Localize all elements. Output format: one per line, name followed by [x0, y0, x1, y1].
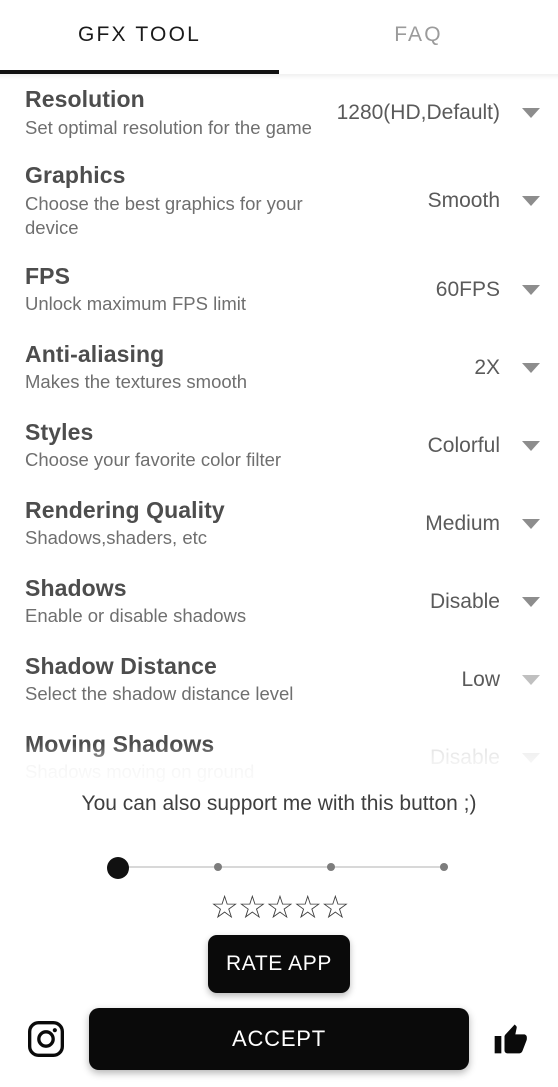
setting-row-styles[interactable]: Styles Choose your favorite color filter… [25, 407, 540, 485]
tab-faq-label: FAQ [394, 23, 443, 46]
setting-title: FPS [25, 262, 71, 289]
chevron-down-icon[interactable] [522, 362, 540, 373]
setting-text-anti-aliasing: Anti-aliasing Makes the textures smooth [25, 341, 474, 395]
chevron-down-icon[interactable] [522, 440, 540, 451]
stepper-track [112, 866, 448, 868]
setting-subtitle: Set optimal resolution for the game [25, 116, 312, 138]
chevron-down-icon[interactable] [522, 108, 540, 118]
setting-subtitle: Shadows,shaders, etc [25, 527, 208, 549]
setting-control-styles[interactable]: Colorful [428, 434, 540, 458]
star-icon[interactable]: ☆ [266, 891, 295, 923]
setting-text-shadows: Shadows Enable or disable shadows [25, 575, 430, 629]
tab-gfx-tool-label: GFX TOOL [77, 23, 202, 46]
setting-title: Shadows [25, 574, 127, 601]
setting-subtitle: Choose your favorite color filter [25, 449, 282, 471]
setting-text-shadow-distance: Shadow Distance Select the shadow distan… [25, 653, 461, 707]
setting-control-resolution[interactable]: 1280(HD,Default) [337, 101, 540, 125]
tab-faq[interactable]: FAQ [279, 0, 558, 74]
setting-control-anti-aliasing[interactable]: 2X [474, 356, 540, 380]
setting-text-fps: FPS Unlock maximum FPS limit [25, 263, 436, 317]
support-message: You can also support me with this button… [81, 792, 477, 815]
setting-row-graphics[interactable]: Graphics Choose the best graphics for yo… [25, 152, 540, 251]
setting-value: Medium [425, 511, 500, 535]
setting-title: Rendering Quality [25, 496, 225, 523]
chevron-down-icon[interactable] [522, 596, 540, 607]
setting-control-rendering-quality[interactable]: Medium [425, 512, 540, 536]
setting-control-fps[interactable]: 60FPS [436, 278, 540, 302]
setting-title: Styles [25, 418, 94, 445]
stepper-dot[interactable] [439, 863, 448, 871]
stepper-dot[interactable] [326, 863, 335, 871]
chevron-down-icon[interactable] [522, 284, 540, 295]
setting-value: 60FPS [435, 277, 500, 301]
setting-value: Smooth [427, 189, 500, 213]
chevron-down-icon[interactable] [522, 196, 540, 207]
setting-row-fps[interactable]: FPS Unlock maximum FPS limit 60FPS [25, 251, 540, 329]
instagram-icon[interactable] [22, 1015, 70, 1063]
setting-control-shadow-distance[interactable]: Low [461, 668, 540, 692]
star-icon[interactable]: ☆ [321, 891, 350, 923]
accept-button[interactable]: ACCEPT [89, 1008, 469, 1070]
setting-text-styles: Styles Choose your favorite color filter [25, 419, 428, 473]
setting-control-graphics[interactable]: Smooth [428, 189, 540, 213]
setting-value: Disable [429, 589, 500, 613]
setting-row-shadows[interactable]: Shadows Enable or disable shadows Disabl… [25, 563, 540, 641]
stepper-active-knob[interactable] [106, 857, 129, 879]
setting-title: Graphics [25, 162, 126, 188]
setting-row-rendering-quality[interactable]: Rendering Quality Shadows,shaders, etc M… [25, 485, 540, 563]
rate-app-button[interactable]: RATE APP [208, 935, 350, 993]
onboarding-stepper[interactable] [106, 853, 452, 881]
star-icon[interactable]: ☆ [238, 891, 267, 923]
setting-row-shadow-distance[interactable]: Shadow Distance Select the shadow distan… [25, 641, 540, 719]
chevron-down-icon[interactable] [522, 518, 540, 529]
star-icon[interactable]: ☆ [293, 891, 322, 923]
setting-subtitle: Unlock maximum FPS limit [25, 293, 246, 315]
chevron-down-icon[interactable] [522, 674, 540, 685]
stepper-dot[interactable] [213, 863, 222, 871]
setting-subtitle: Enable or disable shadows [25, 605, 247, 627]
star-rating[interactable]: ☆ ☆ ☆ ☆ ☆ [210, 891, 350, 923]
setting-text-graphics: Graphics Choose the best graphics for yo… [25, 162, 428, 241]
gfx-tool-app: GFX TOOL FAQ Resolution Set optimal reso… [0, 0, 558, 1087]
setting-title: Anti-aliasing [25, 340, 165, 367]
setting-text-resolution: Resolution Set optimal resolution for th… [25, 86, 337, 140]
setting-value: Low [461, 667, 500, 691]
setting-value: Colorful [427, 433, 500, 457]
setting-control-shadows[interactable]: Disable [430, 590, 540, 614]
tab-bar: GFX TOOL FAQ [0, 0, 558, 80]
setting-subtitle: Select the shadow distance level [25, 683, 294, 705]
thumbs-up-icon[interactable] [488, 1015, 536, 1063]
tab-gfx-tool[interactable]: GFX TOOL [0, 0, 279, 74]
setting-row-resolution[interactable]: Resolution Set optimal resolution for th… [25, 74, 540, 152]
bottom-action-bar: ACCEPT [0, 1004, 558, 1074]
setting-title: Resolution [25, 85, 145, 112]
setting-subtitle: Choose the best graphics for your device [25, 192, 303, 239]
setting-value: 2X [474, 355, 500, 379]
setting-row-anti-aliasing[interactable]: Anti-aliasing Makes the textures smooth … [25, 329, 540, 407]
setting-subtitle: Makes the textures smooth [25, 371, 248, 393]
setting-text-rendering-quality: Rendering Quality Shadows,shaders, etc [25, 497, 425, 551]
setting-title: Shadow Distance [25, 652, 217, 679]
star-icon[interactable]: ☆ [210, 891, 239, 923]
setting-value: 1280(HD,Default) [336, 101, 500, 124]
